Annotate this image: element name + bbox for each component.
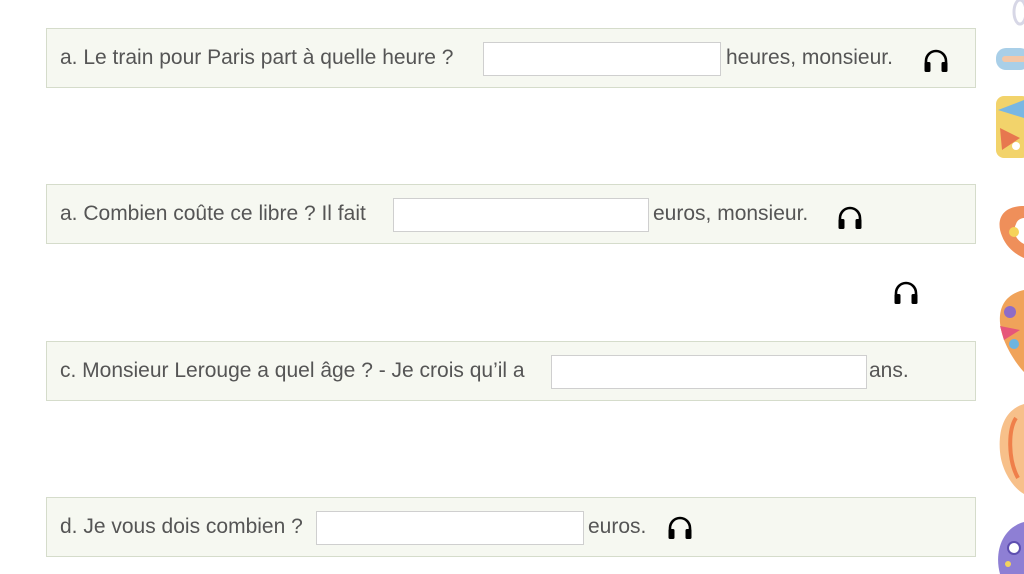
decor-letter-4 — [999, 290, 1024, 372]
headphones-icon[interactable] — [921, 46, 951, 76]
answer-suffix-3: ans. — [869, 359, 909, 382]
answer-input-2[interactable] — [393, 198, 649, 232]
headphones-icon[interactable] — [665, 513, 695, 543]
headphones-icon[interactable] — [891, 278, 921, 308]
answer-input-1[interactable] — [483, 42, 721, 76]
answer-suffix-1: heures, monsieur. — [726, 46, 893, 69]
decor-letter-1 — [996, 0, 1024, 70]
answer-suffix-4: euros. — [588, 515, 647, 538]
headphones-icon[interactable] — [835, 203, 865, 233]
question-text-3: c. Monsieur Lerouge a quel âge ? - Je cr… — [60, 359, 525, 382]
exercise-row-3: c. Monsieur Lerouge a quel âge ? - Je cr… — [46, 341, 976, 401]
question-text-4: d. Je vous dois combien ? — [60, 515, 303, 538]
answer-input-3[interactable] — [551, 355, 867, 389]
decorative-letters-strip — [994, 0, 1024, 574]
decor-letter-2 — [996, 96, 1024, 158]
answer-suffix-2: euros, monsieur. — [653, 202, 809, 225]
decor-letter-3 — [999, 206, 1024, 258]
decor-letter-5 — [999, 404, 1024, 494]
answer-input-4[interactable] — [316, 511, 584, 545]
exercise-row-1: a. Le train pour Paris part à quelle heu… — [46, 28, 976, 88]
decor-letter-6 — [998, 522, 1024, 574]
question-text-2: a. Combien coûte ce libre ? Il fait — [60, 202, 366, 225]
question-text-1: a. Le train pour Paris part à quelle heu… — [60, 46, 454, 69]
exercise-row-4: d. Je vous dois combien ? euros. — [46, 497, 976, 557]
